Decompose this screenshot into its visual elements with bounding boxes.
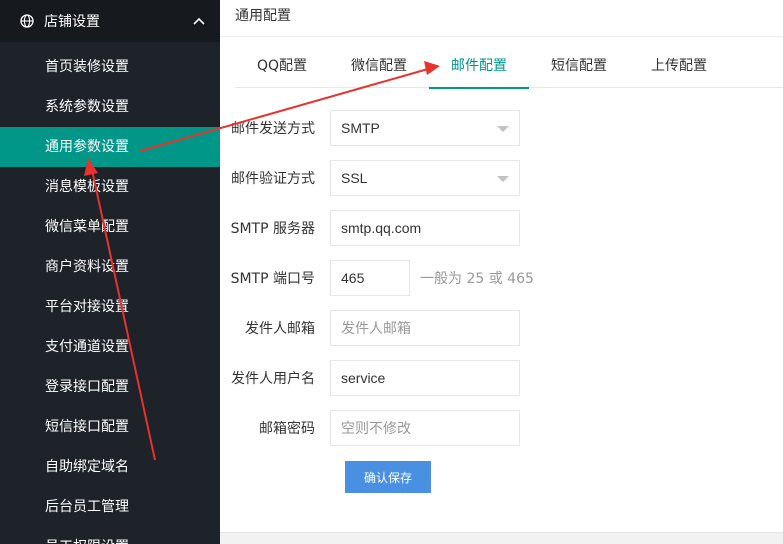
main-content: 通用配置 QQ配置 微信配置 邮件配置 短信配置 上传配置 邮件发送方式 SMT… [220,0,783,544]
form-row-send-method: 邮件发送方式 SMTP [220,103,783,153]
send-method-select[interactable]: SMTP [330,110,520,146]
verify-method-label: 邮件验证方式 [231,171,315,187]
sidebar-item-platform-integration[interactable]: 平台对接设置 [0,287,220,327]
sidebar-group-title: 店铺设置 [44,14,100,30]
sidebar-item-login-api[interactable]: 登录接口配置 [0,367,220,407]
sender-email-input[interactable]: 发件人邮箱 [330,310,520,346]
sidebar: 店铺设置 首页装修设置 系统参数设置 通用参数设置 消息模板设置 微信菜单配置 … [0,0,220,544]
tab-sms[interactable]: 短信配置 [529,45,629,88]
dropdown-caret-icon [497,126,509,132]
email-password-input[interactable]: 空则不修改 [330,410,520,446]
sender-username-input[interactable]: service [330,360,520,396]
verify-method-select[interactable]: SSL [330,160,520,196]
smtp-server-input[interactable]: smtp.qq.com [330,210,520,246]
sidebar-item-sms-api[interactable]: 短信接口配置 [0,407,220,447]
sidebar-item-staff-management[interactable]: 后台员工管理 [0,487,220,527]
smtp-port-label: SMTP 端口号 [230,271,315,287]
form-row-smtp-port: SMTP 端口号 465 一般为 25 或 465 [220,253,783,303]
tab-wechat[interactable]: 微信配置 [329,45,429,88]
sidebar-item-payment-channel[interactable]: 支付通道设置 [0,327,220,367]
email-config-form: 邮件发送方式 SMTP 邮件验证方式 SSL SMTP 服务器 smtp.qq.… [220,103,783,493]
sender-email-label: 发件人邮箱 [245,321,315,337]
smtp-server-label: SMTP 服务器 [230,221,315,237]
sender-username-label: 发件人用户名 [231,371,315,387]
send-method-value: SMTP [341,120,380,136]
form-row-sender-email: 发件人邮箱 发件人邮箱 [220,303,783,353]
form-row-verify-method: 邮件验证方式 SSL [220,153,783,203]
tab-qq[interactable]: QQ配置 [235,45,329,88]
config-tabs: QQ配置 微信配置 邮件配置 短信配置 上传配置 [235,45,783,89]
tab-upload[interactable]: 上传配置 [629,45,729,88]
sidebar-item-staff-permissions[interactable]: 员工权限设置 [0,527,220,544]
form-row-email-password: 邮箱密码 空则不修改 [220,403,783,453]
sidebar-item-system-params[interactable]: 系统参数设置 [0,87,220,127]
verify-method-value: SSL [341,170,368,186]
smtp-port-hint: 一般为 25 或 465 [420,271,534,287]
globe-icon [20,14,34,28]
sidebar-item-message-template[interactable]: 消息模板设置 [0,167,220,207]
email-password-label: 邮箱密码 [259,421,315,437]
sidebar-item-homepage-decoration[interactable]: 首页装修设置 [0,47,220,87]
dropdown-caret-icon [497,176,509,182]
tab-email[interactable]: 邮件配置 [429,45,530,89]
page-title: 通用配置 [220,0,783,37]
smtp-port-input[interactable]: 465 [330,260,410,296]
save-button[interactable]: 确认保存 [345,461,431,493]
send-method-label: 邮件发送方式 [231,121,315,137]
sidebar-group-header[interactable]: 店铺设置 [0,0,220,42]
sidebar-item-merchant-profile[interactable]: 商户资料设置 [0,247,220,287]
sidebar-item-general-params[interactable]: 通用参数设置 [0,127,220,167]
sidebar-item-bind-domain[interactable]: 自助绑定域名 [0,447,220,487]
chevron-up-icon[interactable] [192,14,206,28]
form-row-sender-username: 发件人用户名 service [220,353,783,403]
form-row-smtp-server: SMTP 服务器 smtp.qq.com [220,203,783,253]
footer-strip [220,532,783,544]
sidebar-item-wechat-menu[interactable]: 微信菜单配置 [0,207,220,247]
